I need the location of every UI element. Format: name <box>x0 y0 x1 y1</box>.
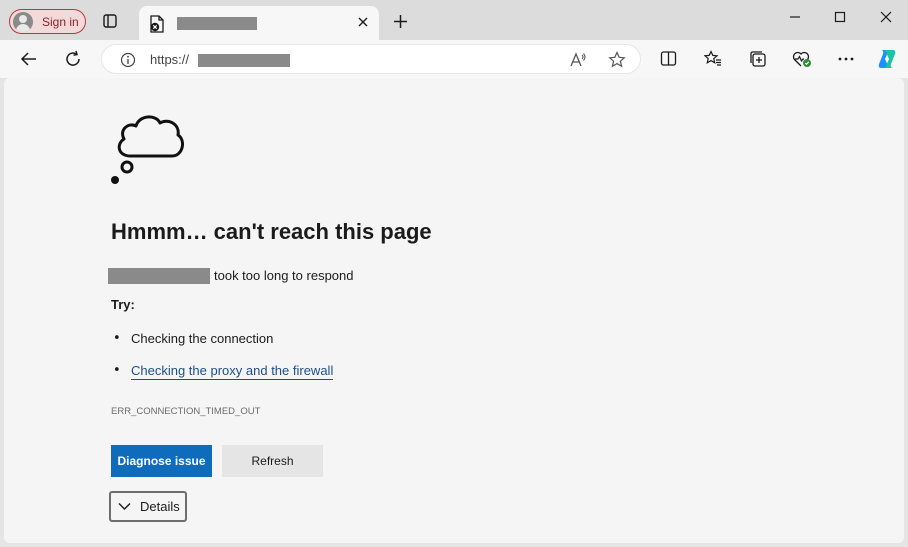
suggestion-proxy-firewall-link[interactable]: Checking the proxy and the firewall <box>131 363 334 380</box>
info-icon[interactable] <box>120 52 136 68</box>
copilot-icon[interactable] <box>875 47 899 71</box>
bullet-2: • <box>113 363 121 378</box>
thought-cloud-icon <box>111 115 185 184</box>
details-button[interactable]: Details <box>109 491 187 522</box>
back-icon[interactable] <box>20 50 38 68</box>
tab-title-redacted <box>177 17 257 30</box>
refresh-icon[interactable] <box>64 50 82 68</box>
refresh-button[interactable]: Refresh <box>222 445 323 477</box>
browser-essentials-icon[interactable] <box>792 50 812 68</box>
url-text: https:// <box>150 52 190 67</box>
favorite-star-icon[interactable] <box>608 51 626 69</box>
hostname-redacted <box>108 268 210 284</box>
favorites-icon[interactable] <box>704 50 722 67</box>
diagnose-issue-button[interactable]: Diagnose issue <box>111 445 212 477</box>
page-title: Hmmm… can't reach this page <box>111 219 432 244</box>
minimize-icon[interactable] <box>784 8 806 26</box>
details-label: Details <box>140 499 180 514</box>
avatar-icon <box>13 11 33 32</box>
split-screen-icon[interactable] <box>660 50 677 67</box>
more-icon[interactable] <box>837 50 855 68</box>
url-redacted <box>198 54 290 67</box>
error-message: took too long to respond <box>214 268 354 283</box>
read-aloud-icon[interactable] <box>569 51 587 69</box>
active-tab[interactable] <box>139 6 379 40</box>
browser-toolbar: https:// <box>0 40 908 78</box>
title-bar: Sign in <box>0 0 908 40</box>
plus-icon[interactable] <box>393 14 408 29</box>
chevron-down-icon <box>118 503 131 510</box>
window-close-icon[interactable] <box>875 8 897 26</box>
address-bar[interactable]: https:// <box>101 44 641 74</box>
sign-in-button[interactable]: Sign in <box>9 9 86 34</box>
try-label: Try: <box>111 297 135 312</box>
maximize-icon[interactable] <box>829 8 851 26</box>
tab-actions-icon[interactable] <box>103 14 117 28</box>
suggestion-connection: Checking the connection <box>131 331 274 346</box>
collections-icon[interactable] <box>749 50 767 68</box>
error-page-icon <box>150 15 164 33</box>
close-icon[interactable] <box>357 16 369 28</box>
sign-in-label: Sign in <box>42 14 79 29</box>
error-code: ERR_CONNECTION_TIMED_OUT <box>111 406 261 417</box>
bullet-1: • <box>113 331 121 346</box>
